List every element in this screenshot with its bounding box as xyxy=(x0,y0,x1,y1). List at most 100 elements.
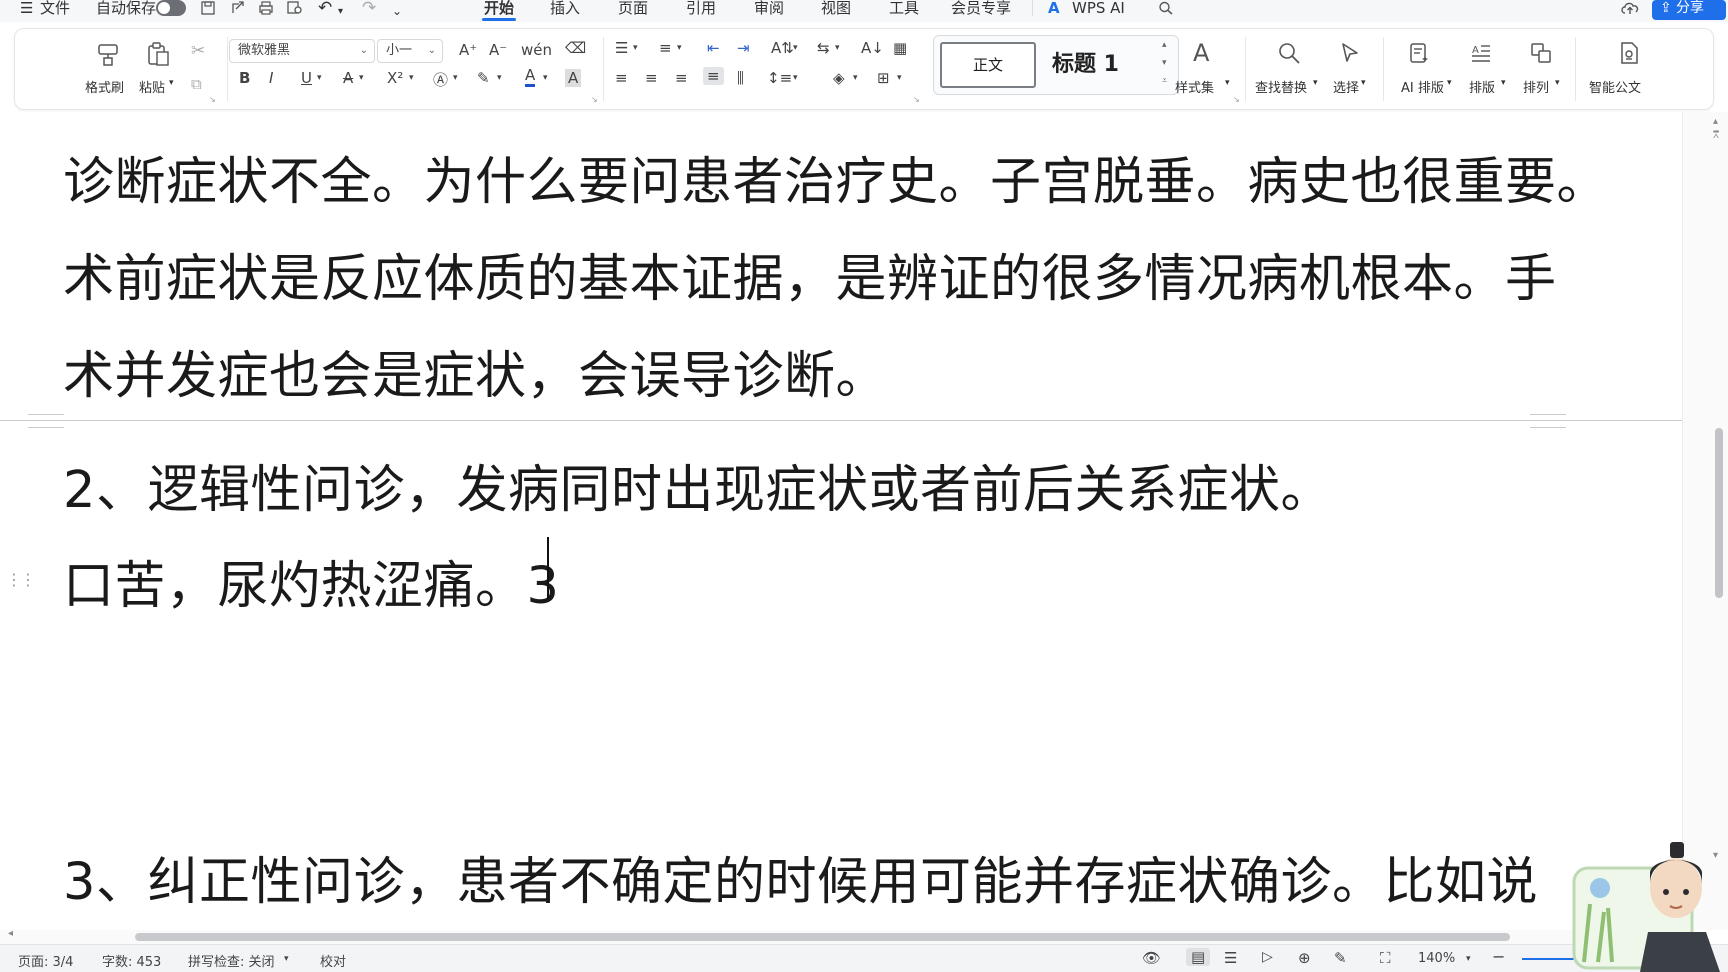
align-right-icon[interactable]: ≡ xyxy=(675,69,688,87)
paragraph-line[interactable]: 2、逻辑性问诊，发病同时出现症状或者前后关系症状。 xyxy=(63,448,1332,522)
gallery-down-icon[interactable]: ▾ xyxy=(1162,58,1167,68)
vertical-scrollbar[interactable]: ▴ ⩞ ▾ xyxy=(1682,112,1728,930)
style-normal-button[interactable]: 正文 xyxy=(940,42,1036,88)
undo-dropdown-icon[interactable]: ▾ xyxy=(338,4,343,26)
gallery-up-icon[interactable]: ▴ xyxy=(1162,40,1167,50)
align-left-icon[interactable]: ≡ xyxy=(615,69,628,87)
paste-button[interactable]: 粘贴 xyxy=(139,77,165,96)
page-view-icon[interactable]: ▤ xyxy=(1186,948,1211,966)
increase-font-icon[interactable]: A⁺ xyxy=(459,41,477,59)
arrange-dropdown-icon[interactable]: ▾ xyxy=(1555,78,1560,88)
font-color-icon[interactable]: A xyxy=(525,67,536,87)
line-spacing-icon[interactable]: ↕≡ xyxy=(767,69,792,87)
font-launcher-icon[interactable]: ↘ xyxy=(591,95,598,104)
arrange-icon[interactable] xyxy=(1529,41,1553,65)
border-icon[interactable]: ⊞ xyxy=(877,69,890,87)
tab-page[interactable]: 页面 xyxy=(618,0,648,22)
play-icon[interactable]: ▷ xyxy=(1262,949,1273,965)
superscript-dropdown-icon[interactable]: ▾ xyxy=(409,73,414,83)
style-heading1-button[interactable]: 标题 1 xyxy=(1052,46,1119,78)
layout-dropdown-icon[interactable]: ▾ xyxy=(1501,78,1506,88)
tab-view[interactable]: 视图 xyxy=(821,0,851,22)
decrease-font-icon[interactable]: A⁻ xyxy=(489,41,507,59)
tab-tools[interactable]: 工具 xyxy=(889,0,919,22)
text-direction-dropdown-icon[interactable]: ▾ xyxy=(793,43,798,53)
bullet-list-icon[interactable]: ☰ xyxy=(615,39,628,57)
redo-icon[interactable]: ↷ xyxy=(362,0,376,22)
eye-protect-icon[interactable]: 👁 xyxy=(1142,949,1161,967)
sort-icon[interactable]: A↓ xyxy=(861,39,884,57)
tab-insert[interactable]: 插入 xyxy=(550,0,580,22)
vertical-scroll-thumb[interactable] xyxy=(1715,428,1723,598)
select-cursor-icon[interactable] xyxy=(1339,41,1363,65)
decrease-indent-icon[interactable]: ⇤ xyxy=(707,39,720,57)
zoom-out-icon[interactable]: − xyxy=(1492,947,1505,966)
format-painter-button[interactable]: 格式刷 xyxy=(85,77,124,96)
paste-icon[interactable] xyxy=(145,41,171,67)
clear-format-icon[interactable]: ⌫ xyxy=(565,39,586,57)
bullet-list-dropdown-icon[interactable]: ▾ xyxy=(633,43,638,53)
find-replace-button[interactable]: 查找替换 xyxy=(1255,77,1307,96)
font-name-select[interactable]: 微软雅黑 ⌄ xyxy=(229,39,375,63)
text-effect-dropdown-icon[interactable]: ▾ xyxy=(453,73,458,83)
show-hide-marks-icon[interactable]: ▦ xyxy=(893,39,907,57)
bold-icon[interactable]: B xyxy=(239,69,250,87)
file-menu[interactable]: 文件 xyxy=(40,0,70,22)
undo-icon[interactable]: ↶ xyxy=(318,0,332,22)
paragraph-drag-handle-icon[interactable]: ⋮⋮ xyxy=(6,570,36,589)
numbered-list-icon[interactable]: ≡ xyxy=(659,39,672,57)
paragraph-launcher-icon[interactable]: ↘ xyxy=(913,95,920,104)
spell-check-status[interactable]: 拼写检查: 关闭 xyxy=(188,951,275,970)
spell-check-dropdown-icon[interactable]: ▾ xyxy=(284,954,289,964)
style-set-icon[interactable]: A xyxy=(1193,39,1209,67)
document-canvas[interactable]: 诊断症状不全。为什么要问患者治疗史。子宫脱垂。病史也很重要。 术前症状是反应体质… xyxy=(0,112,1682,930)
paragraph-line[interactable]: 术前症状是反应体质的基本证据，是辨证的很多情况病机根本。手 xyxy=(63,237,1557,311)
arrange-button[interactable]: 排列 xyxy=(1523,77,1549,96)
find-replace-icon[interactable] xyxy=(1277,41,1301,65)
paragraph-line[interactable]: 口苦，尿灼热涩痛。3 xyxy=(63,544,559,618)
cut-icon[interactable]: ✂ xyxy=(191,41,205,61)
text-direction-icon[interactable]: A⇅ xyxy=(771,39,794,57)
scroll-left-icon[interactable]: ◂ xyxy=(8,928,13,939)
ai-layout-dropdown-icon[interactable]: ▾ xyxy=(1447,78,1452,88)
search-icon[interactable] xyxy=(1158,1,1174,15)
distributed-align-icon[interactable]: ⫼ xyxy=(737,69,744,87)
write-mode-icon[interactable]: ✎ xyxy=(1334,949,1347,967)
border-dropdown-icon[interactable]: ▾ xyxy=(897,73,902,83)
find-replace-dropdown-icon[interactable]: ▾ xyxy=(1313,78,1318,88)
underline-icon[interactable]: U xyxy=(301,69,312,87)
increase-indent-icon[interactable]: ⇥ xyxy=(737,39,750,57)
zoom-level[interactable]: 140% xyxy=(1418,951,1455,966)
cloud-upload-icon[interactable] xyxy=(1620,0,1640,16)
paste-dropdown-icon[interactable]: ▾ xyxy=(169,78,174,88)
proofread-button[interactable]: 校对 xyxy=(320,951,346,970)
horizontal-scrollbar[interactable]: ◂ xyxy=(0,928,1682,944)
line-spacing-dropdown-icon[interactable]: ▾ xyxy=(793,73,798,83)
select-dropdown-icon[interactable]: ▾ xyxy=(1361,78,1366,88)
font-size-select[interactable]: 小一 ⌄ xyxy=(377,39,443,63)
tab-member[interactable]: 会员专享 xyxy=(951,0,1011,22)
outline-view-icon[interactable]: ☰ xyxy=(1224,949,1237,967)
strikethrough-icon[interactable]: A xyxy=(343,69,353,87)
paragraph-line[interactable]: 诊断症状不全。为什么要问患者治疗史。子宫脱垂。病史也很重要。 xyxy=(63,140,1608,214)
clipboard-launcher-icon[interactable]: ↘ xyxy=(209,95,216,104)
share-button[interactable]: ⇪ 分享 xyxy=(1652,0,1726,20)
superscript-icon[interactable]: X² xyxy=(387,69,403,87)
smart-doc-button[interactable]: 智能公文 xyxy=(1589,77,1641,96)
justify-icon[interactable]: ≡ xyxy=(703,67,724,85)
ai-layout-button[interactable]: AI 排版 xyxy=(1401,77,1444,96)
chinese-layout-dropdown-icon[interactable]: ▾ xyxy=(835,43,840,53)
numbered-list-dropdown-icon[interactable]: ▾ xyxy=(677,43,682,53)
zoom-dropdown-icon[interactable]: ▾ xyxy=(1466,954,1471,964)
page-indicator[interactable]: 页面: 3/4 xyxy=(18,951,73,970)
paragraph-shading-icon[interactable]: ◈ xyxy=(833,69,845,87)
autosave-toggle[interactable] xyxy=(156,0,186,16)
paragraph-line[interactable]: 术并发症也会是症状，会误导诊断。 xyxy=(63,334,887,408)
highlight-icon[interactable]: ✎ xyxy=(477,69,490,87)
underline-dropdown-icon[interactable]: ▾ xyxy=(317,73,322,83)
scroll-up-icon[interactable]: ▴ xyxy=(1713,116,1718,127)
tab-review[interactable]: 审阅 xyxy=(754,0,784,22)
char-shading-icon[interactable]: A xyxy=(565,69,582,87)
hamburger-icon[interactable]: ☰ xyxy=(20,0,33,22)
chinese-layout-icon[interactable]: ⇆ xyxy=(817,39,830,57)
